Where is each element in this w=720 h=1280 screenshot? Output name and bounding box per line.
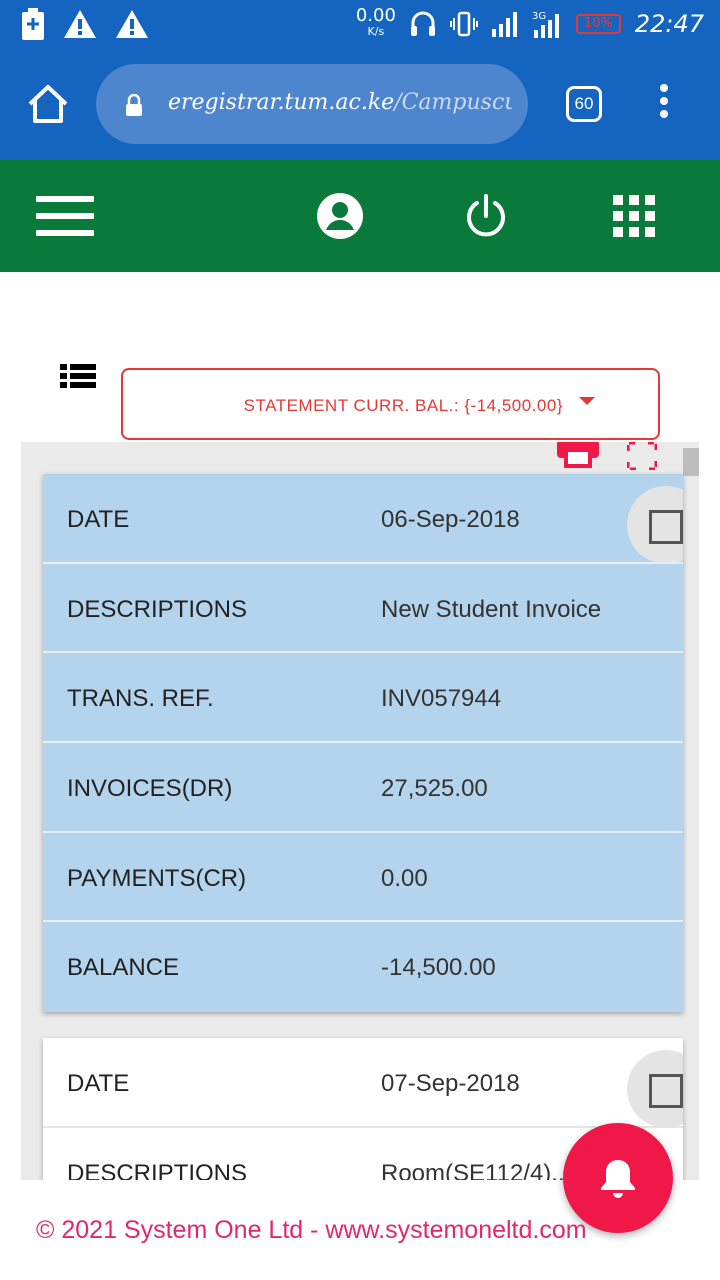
record-row-balance: BALANCE -14,500.00: [43, 922, 683, 1012]
row-value: 06-Sep-2018: [381, 506, 520, 533]
record-row-invoices: INVOICES(DR) 27,525.00: [43, 743, 683, 833]
tab-switcher-button[interactable]: 60: [566, 86, 602, 122]
statement-panel[interactable]: DATE 06-Sep-2018 DESCRIPTIONS New Student …: [21, 442, 699, 1180]
clock: 22:47: [634, 10, 704, 38]
row-value: -14,500.00: [381, 954, 496, 982]
scrollbar-thumb[interactable]: [683, 448, 699, 476]
row-label: DESCRIPTIONS: [67, 1159, 248, 1180]
row-value: 07-Sep-2018: [381, 1070, 520, 1097]
record-row-description: DESCRIPTIONS New Student Invoice: [43, 564, 683, 654]
app-bar: [0, 160, 720, 272]
warning-icon: [116, 10, 148, 38]
row-label: DATE: [67, 506, 130, 533]
fullscreen-icon[interactable]: [627, 442, 657, 470]
headset-icon: [410, 11, 435, 36]
row-label: DESCRIPTIONS: [67, 595, 248, 623]
network-speed: 0.00 K/s: [355, 5, 396, 39]
home-icon[interactable]: [26, 82, 70, 126]
vibrate-icon: [449, 11, 478, 37]
hamburger-menu-icon[interactable]: [36, 196, 94, 236]
row-label: DATE: [67, 1070, 130, 1097]
browser-menu-icon[interactable]: [654, 84, 674, 124]
battery-charging-icon: [22, 8, 44, 40]
row-label: INVOICES(DR): [67, 775, 233, 803]
signal-icon: [491, 12, 517, 37]
signal-3g-icon: 3G: [532, 11, 559, 38]
row-label: TRANS. REF.: [67, 685, 214, 713]
power-icon[interactable]: [462, 192, 510, 240]
record-row-payments: PAYMENTS(CR) 0.00: [43, 833, 683, 923]
statement-dropdown-label: STATEMENT CURR. BAL.: {-14,500.00}: [243, 396, 563, 415]
statement-dropdown[interactable]: STATEMENT CURR. BAL.: {-14,500.00}: [121, 368, 660, 440]
list-view-icon[interactable]: [60, 364, 96, 394]
statement-record: DATE 06-Sep-2018 DESCRIPTIONS New Student …: [43, 474, 683, 1013]
record-row-date: DATE 07-Sep-2018: [43, 1038, 683, 1128]
bell-icon: [601, 1160, 635, 1198]
url-path: /Campuscure: [394, 90, 512, 115]
row-value: 27,525.00: [381, 775, 488, 803]
url-host: eregistrar.tum.ac.ke: [168, 90, 395, 115]
apps-grid-icon[interactable]: [610, 192, 658, 240]
row-value: 0.00: [381, 864, 428, 892]
address-bar[interactable]: eregistrar.tum.ac.ke/Campuscure: [96, 64, 528, 144]
row-label: BALANCE: [67, 954, 180, 982]
caret-down-icon: [579, 397, 595, 405]
warning-icon: [64, 10, 96, 38]
footer-copyright: © 2021 System One Ltd - www.systemoneltd…: [36, 1216, 587, 1244]
battery-percent: 10%: [575, 14, 621, 34]
print-icon[interactable]: [557, 442, 599, 468]
record-row-date: DATE 06-Sep-2018: [43, 474, 683, 564]
url-text: eregistrar.tum.ac.ke/Campuscure: [168, 90, 512, 115]
svg-text:3G: 3G: [532, 11, 546, 22]
row-label: PAYMENTS(CR): [67, 864, 247, 892]
status-bar: 0.00 K/s 3G 10% 22:47: [0, 0, 720, 48]
row-value: INV057944: [381, 685, 502, 713]
browser-toolbar: eregistrar.tum.ac.ke/Campuscure 60: [0, 48, 720, 160]
account-icon[interactable]: [316, 192, 364, 240]
lock-icon: [126, 94, 142, 116]
row-value: Room(SE112/4)...: [381, 1159, 572, 1180]
record-row-trans-ref: TRANS. REF. INV057944: [43, 653, 683, 744]
row-value: New Student Invoice: [381, 595, 602, 623]
